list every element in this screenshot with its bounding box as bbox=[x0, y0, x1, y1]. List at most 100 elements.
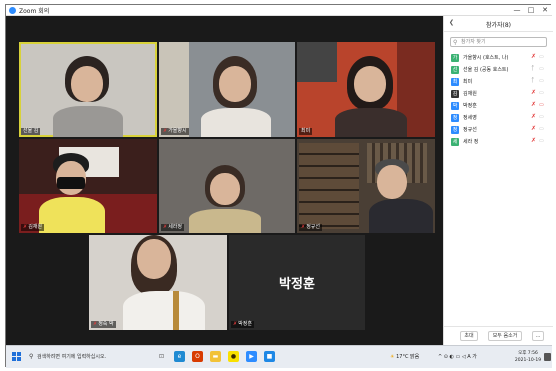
zoom-icon[interactable]: ▶ bbox=[246, 351, 257, 362]
participant-name: 박정훈 bbox=[463, 103, 477, 109]
taskbar-clock[interactable]: 오후 7:56 2021-10-19 bbox=[514, 350, 542, 364]
panel-header: ❮ 참가자(8) bbox=[444, 16, 553, 32]
window-titlebar: Zoom 회의 — □ ✕ bbox=[6, 5, 552, 16]
window-title: Zoom 회의 bbox=[19, 8, 50, 15]
mic-icon[interactable]: ᛏ bbox=[531, 77, 535, 84]
participant-avatar: 박 bbox=[451, 102, 459, 110]
participant-search-input[interactable]: ⚲ 참가자 찾기 bbox=[450, 37, 547, 47]
windows-start-icon[interactable] bbox=[12, 352, 22, 362]
participant-name: 정규선 bbox=[463, 127, 477, 133]
participant-video bbox=[39, 153, 105, 233]
more-options-button[interactable]: ... bbox=[532, 331, 544, 341]
participant-avatar: 최 bbox=[451, 78, 459, 86]
minimize-button[interactable]: — bbox=[510, 5, 524, 15]
participant-name-tag: ✗박정훈 bbox=[231, 321, 255, 328]
search-icon: ⚲ bbox=[453, 39, 458, 46]
mic-muted-icon[interactable]: ✗ bbox=[531, 101, 536, 108]
taskbar-search-input[interactable]: ⚲ 검색하려면 여기에 입력하십시오. bbox=[28, 351, 146, 363]
camera-icon[interactable]: ▭ bbox=[539, 90, 544, 96]
windows-taskbar: ⚲ 검색하려면 여기에 입력하십시오. ⊡ e O ▬ ● ▶ ■ ☀ 17°C… bbox=[6, 345, 552, 368]
participant-list: 가 가을향시 (호스트, 나) ✗ ▭ 선 선울 김 (공동 호스트) ᛏ ▭ … bbox=[444, 52, 553, 148]
panel-footer: 초대 모두 음소거 ... bbox=[444, 326, 553, 345]
participant-row[interactable]: 정 정세영 ✗ ▭ bbox=[444, 112, 553, 124]
participant-row[interactable]: 세 세라 정 ✗ ▭ bbox=[444, 136, 553, 148]
mic-muted-icon[interactable]: ✗ bbox=[531, 53, 536, 60]
participant-name-tag: 최미 bbox=[299, 128, 313, 135]
participant-row[interactable]: 박 박정훈 ✗ ▭ bbox=[444, 100, 553, 112]
participant-name: 세라 정 bbox=[463, 139, 479, 145]
participant-video bbox=[53, 56, 123, 137]
video-tile[interactable]: ✗세라정 bbox=[159, 139, 295, 233]
participant-video bbox=[201, 56, 271, 137]
participant-video bbox=[189, 165, 261, 233]
participant-name-tag: ✗가을향시 bbox=[161, 128, 189, 135]
participant-row[interactable]: 김 김재원 ✗ ▭ bbox=[444, 88, 553, 100]
video-tile[interactable]: ✗정숙 박 bbox=[89, 235, 227, 330]
participant-avatar: 선 bbox=[451, 66, 459, 74]
participants-panel: ❮ 참가자(8) ⚲ 참가자 찾기 가 가을향시 (호스트, 나) ✗ ▭ 선 … bbox=[443, 16, 553, 345]
app-icon[interactable]: ■ bbox=[264, 351, 275, 362]
mute-all-button[interactable]: 모두 음소거 bbox=[488, 331, 522, 341]
participant-name-tag: 선울 김 bbox=[21, 128, 41, 135]
participant-name-tag: ✗김재원 bbox=[21, 224, 45, 231]
participant-name: 가을향시 (호스트, 나) bbox=[463, 55, 509, 61]
edge-icon[interactable]: e bbox=[174, 351, 185, 362]
participant-avatar: 세 bbox=[451, 138, 459, 146]
participant-avatar: 김 bbox=[451, 90, 459, 98]
participant-row[interactable]: 선 선울 김 (공동 호스트) ᛏ ▭ bbox=[444, 64, 553, 76]
video-tile[interactable]: 박정훈 ✗박정훈 bbox=[229, 235, 365, 330]
participant-name: 김재원 bbox=[463, 91, 477, 97]
maximize-button[interactable]: □ bbox=[524, 5, 538, 15]
video-gallery: 선울 김 ✗가을향시 최미 ✗김재원 ✗세라정 ✗정규선 ✗정숙 박 박정훈 ✗… bbox=[6, 16, 443, 345]
weather-widget[interactable]: ☀ 17°C 맑음 bbox=[390, 353, 419, 360]
participant-row[interactable]: 정 정규선 ✗ ▭ bbox=[444, 124, 553, 136]
camera-icon[interactable]: ▭ bbox=[539, 126, 544, 132]
participant-name-tag: ✗정숙 박 bbox=[91, 321, 116, 328]
participant-avatar: 가 bbox=[451, 54, 459, 62]
camera-icon[interactable]: ▭ bbox=[539, 138, 544, 144]
file-explorer-icon[interactable]: ▬ bbox=[210, 351, 221, 362]
clock-date: 2021-10-19 bbox=[514, 358, 542, 363]
panel-title: 참가자(8) bbox=[485, 22, 512, 29]
kakaotalk-icon[interactable]: ● bbox=[228, 351, 239, 362]
notification-icon[interactable] bbox=[544, 353, 551, 361]
mic-muted-icon[interactable]: ✗ bbox=[531, 113, 536, 120]
participant-video bbox=[335, 56, 407, 137]
camera-icon[interactable]: ▭ bbox=[539, 78, 544, 84]
task-view-icon[interactable]: ⊡ bbox=[156, 351, 167, 362]
camera-icon[interactable]: ▭ bbox=[539, 66, 544, 72]
clock-time: 오후 7:56 bbox=[518, 351, 538, 356]
video-tile[interactable]: 선울 김 bbox=[19, 42, 157, 137]
participant-video bbox=[365, 159, 433, 233]
mic-muted-icon[interactable]: ✗ bbox=[531, 89, 536, 96]
search-icon: ⚲ bbox=[29, 353, 34, 360]
invite-button[interactable]: 초대 bbox=[460, 331, 478, 341]
desktop-screen: Zoom 회의 — □ ✕ 선울 김 ✗가을향시 최미 ✗김재원 ✗세라정 ✗정… bbox=[5, 4, 553, 368]
office-icon[interactable]: O bbox=[192, 351, 203, 362]
video-tile[interactable]: ✗정규선 bbox=[297, 139, 435, 233]
zoom-app-icon bbox=[9, 7, 16, 14]
mic-icon[interactable]: ᛏ bbox=[531, 65, 535, 72]
participant-display-name: 박정훈 bbox=[279, 277, 315, 292]
participant-name: 정세영 bbox=[463, 115, 477, 121]
participant-avatar: 정 bbox=[451, 126, 459, 134]
participant-video bbox=[123, 235, 205, 330]
participant-row[interactable]: 최 최미 ᛏ ▭ bbox=[444, 76, 553, 88]
camera-icon[interactable]: ▭ bbox=[539, 114, 544, 120]
participant-row[interactable]: 가 가을향시 (호스트, 나) ✗ ▭ bbox=[444, 52, 553, 64]
video-tile[interactable]: ✗김재원 bbox=[19, 139, 157, 233]
close-button[interactable]: ✕ bbox=[538, 5, 552, 15]
system-tray-icons[interactable]: ^ ⊙ ◐ ▭ ◁ A 가 bbox=[438, 353, 477, 360]
mic-muted-icon[interactable]: ✗ bbox=[531, 125, 536, 132]
video-tile[interactable]: ✗가을향시 bbox=[159, 42, 295, 137]
mic-muted-icon[interactable]: ✗ bbox=[531, 137, 536, 144]
participant-avatar: 정 bbox=[451, 114, 459, 122]
weather-icon: ☀ bbox=[390, 354, 395, 360]
video-tile[interactable]: 최미 bbox=[297, 42, 435, 137]
participant-name: 최미 bbox=[463, 79, 473, 85]
camera-off-icon[interactable]: ▭ bbox=[539, 102, 544, 108]
participant-name: 선울 김 (공동 호스트) bbox=[463, 67, 509, 73]
camera-icon[interactable]: ▭ bbox=[539, 54, 544, 60]
participant-name-tag: ✗세라정 bbox=[161, 224, 185, 231]
participant-name-tag: ✗정규선 bbox=[299, 224, 323, 231]
